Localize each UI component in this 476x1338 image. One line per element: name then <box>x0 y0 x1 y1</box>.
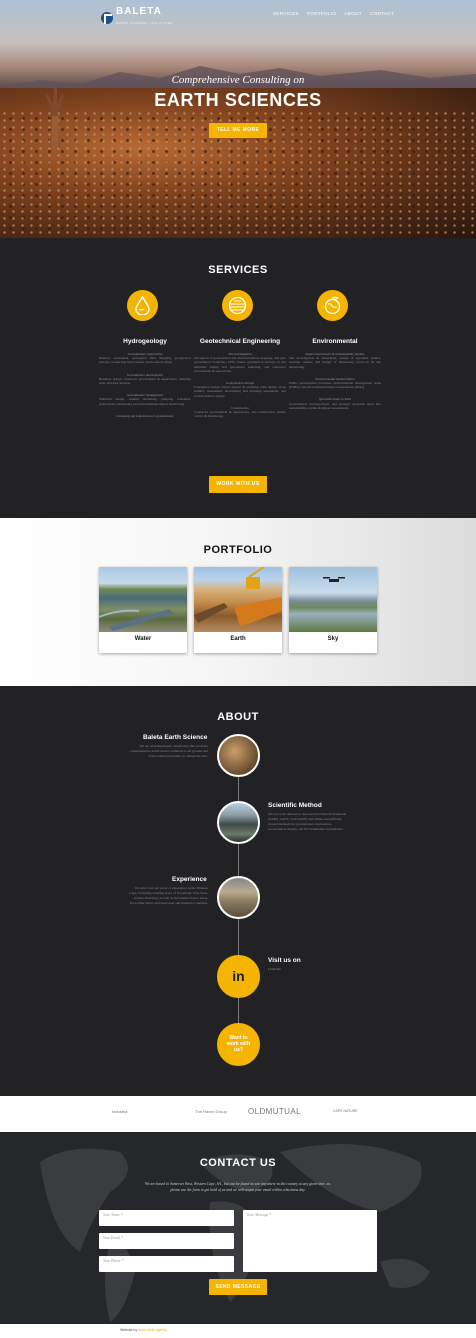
hero-title: EARTH SCIENCES <box>154 90 322 110</box>
contact-title: CONTACT US <box>199 1157 277 1169</box>
card-caption: Earth <box>230 636 246 642</box>
work-with-us-button[interactable]: WORK WITH US <box>209 476 267 493</box>
services-title: SERVICES <box>208 264 268 276</box>
service-geotechnical: Geotechnical Engineering Site investigat… <box>194 338 286 418</box>
client-logos <box>0 1096 476 1132</box>
portfolio-card-earth[interactable]: Earth <box>194 566 282 653</box>
contact-blurb-line: please use the form to get hold of us an… <box>170 1187 306 1192</box>
hero-subtitle: Comprehensive Consulting on <box>171 74 305 86</box>
footer-link[interactable]: www.oxide.agency <box>138 1328 167 1332</box>
contact-blurb: We are based in Somerset West, Western C… <box>110 1182 366 1193</box>
about-photo-1 <box>217 734 260 777</box>
water-image <box>98 567 187 632</box>
service-text: Foundation design, lateral support & ret… <box>194 385 286 398</box>
logo-haven: The Haven Group <box>195 1109 227 1114</box>
portfolio-card-sky[interactable]: Sky <box>289 567 377 653</box>
about-item-text: We are an independent consultancy that p… <box>129 744 208 758</box>
linkedin-button[interactable]: in <box>217 955 260 998</box>
about-item-title: Visit us on <box>268 957 301 964</box>
work-with-us-circle[interactable]: Want to work with us? <box>217 1023 260 1066</box>
footer-prefix: Website by <box>120 1328 138 1332</box>
service-text: Contractor procurement & supervision, an… <box>194 410 286 419</box>
work-with-us-text: Want to work with us? <box>219 1035 258 1053</box>
about-item-title: Scientific Method <box>268 802 322 809</box>
logo-cape-nature: CAPE NATURE <box>333 1109 358 1113</box>
service-subtitle: Licensing and registration of groundwate… <box>116 413 174 418</box>
tell-me-more-button[interactable]: TELL ME MORE <box>209 123 267 138</box>
earth-leaf-icon <box>317 290 348 321</box>
service-text: All aspects of geotechnical site charact… <box>194 356 286 373</box>
message-textarea[interactable]: Your Message * <box>243 1210 377 1272</box>
water-drop-icon <box>127 290 158 321</box>
hero-section: BALETA EARTH SCIENCE · SOLUTIONS SERVICES… <box>0 0 476 238</box>
about-photo-3 <box>217 876 260 919</box>
service-title: Geotechnical Engineering <box>199 338 281 345</box>
send-message-button[interactable]: SEND MESSAGE <box>209 1279 267 1295</box>
earth-image <box>194 566 282 632</box>
card-caption: Water <box>134 636 152 642</box>
service-text: Borehole design, contractor procurement … <box>99 376 191 386</box>
portfolio-title: PORTFOLIO <box>203 544 273 556</box>
cta-line: us? <box>234 1047 243 1053</box>
card-caption: Sky <box>327 636 339 642</box>
contact-blurb-line: We are based in Somerset West, Western C… <box>144 1182 332 1186</box>
logo-industria: Industria <box>112 1109 128 1114</box>
nav-about[interactable]: ABOUT <box>344 11 362 16</box>
hero-overlay <box>0 0 476 238</box>
sky-image <box>289 567 377 632</box>
globe-layers-icon <box>222 290 253 321</box>
top-nav: SERVICES PORTFOLIO ABOUT CONTACT <box>273 11 394 16</box>
about-item-text[interactable]: LinkedIn <box>268 967 350 972</box>
name-input[interactable]: Your Name * <box>99 1210 234 1226</box>
linkedin-icon: in <box>232 968 245 984</box>
about-item-text: We have over ten years of experience in … <box>129 886 208 905</box>
footer: Website by www.oxide.agency <box>0 1324 476 1338</box>
brand-name: BALETA EARTH SCIENCE · SOLUTIONS <box>116 6 174 26</box>
logo-icon <box>101 11 113 24</box>
service-text: Site investigation & assessment, design … <box>289 356 381 369</box>
footer-credit: Website by www.oxide.agency <box>120 1328 167 1332</box>
about-item-title: Baleta Earth Science <box>143 734 208 741</box>
portfolio-card-water[interactable]: Water <box>98 567 187 653</box>
nav-contact[interactable]: CONTACT <box>370 11 394 16</box>
service-environmental: Environmental Impact Assessment & Sustai… <box>289 338 381 410</box>
service-hydrogeology: Hydrogeology Groundwater exploration Des… <box>99 338 191 418</box>
about-title: ABOUT <box>217 711 259 723</box>
service-text: Public participation processes, environm… <box>289 381 381 390</box>
service-text: Desktop assessment, geological field map… <box>99 356 191 365</box>
about-item-title: Experience <box>172 876 207 883</box>
service-text: Wellfield design, Aquifer modelling, pum… <box>99 397 191 406</box>
service-title: Environmental <box>312 338 358 345</box>
nav-services[interactable]: SERVICES <box>273 11 299 16</box>
nav-portfolio[interactable]: PORTFOLIO <box>307 11 337 16</box>
service-title: Hydrogeology <box>123 338 167 345</box>
brand-logo[interactable]: BALETA EARTH SCIENCE · SOLUTIONS <box>101 7 173 28</box>
about-item-text: All our work adheres to the relevant Nat… <box>268 812 347 831</box>
logo-old-mutual: OLDMUTUAL <box>248 1107 301 1116</box>
about-photo-2 <box>217 801 260 844</box>
email-input[interactable]: Your Email * <box>99 1233 234 1249</box>
phone-input[interactable]: Your Phone * <box>99 1256 234 1272</box>
service-text: Geotechnical, hydrogeologic, and geologi… <box>289 401 381 410</box>
